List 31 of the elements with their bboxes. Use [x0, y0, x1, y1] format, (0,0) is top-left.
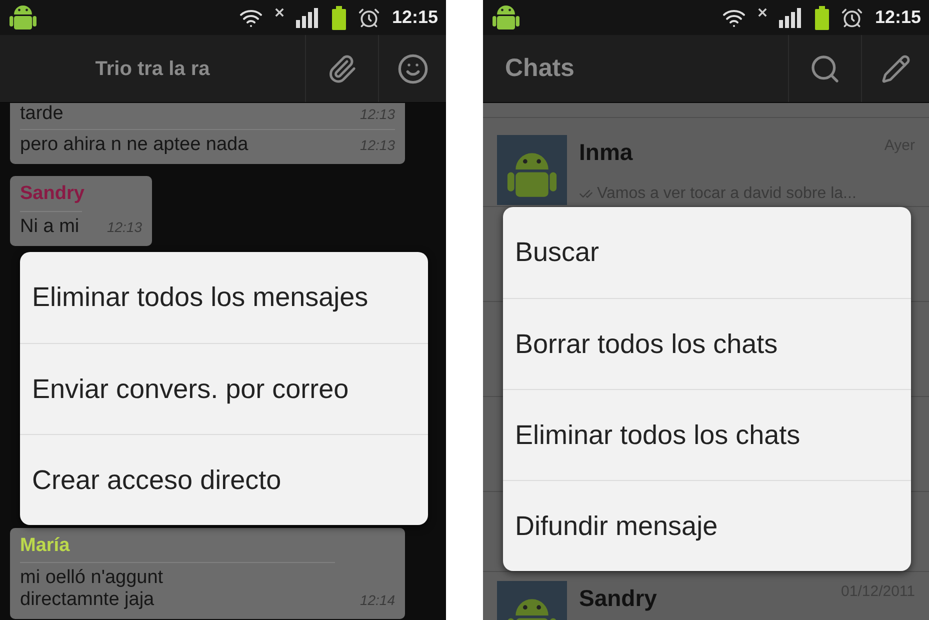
sender-name: María [20, 532, 335, 563]
clock-time: 12:15 [874, 6, 921, 29]
message-text: tarde [20, 103, 64, 125]
sender-name: Sandry [20, 180, 82, 212]
message-text: mi oelló n'aggunt directamnte jaja [20, 567, 164, 611]
alarm-icon [358, 6, 380, 28]
pencil-icon [880, 54, 910, 84]
menu-item[interactable]: Crear acceso directo [20, 434, 428, 525]
paperclip-icon [327, 54, 357, 84]
battery-icon [332, 6, 346, 30]
menu-item[interactable]: Difundir mensaje [503, 480, 911, 571]
smiley-icon [396, 52, 428, 84]
menu-item[interactable]: Eliminar todos los chats [503, 389, 911, 480]
message-text: Ni a mi [20, 216, 80, 238]
mobile-data-off-icon [274, 8, 284, 17]
battery-icon [814, 6, 829, 30]
alarm-icon [840, 6, 863, 28]
mobile-data-off-icon [758, 8, 767, 17]
menu-item[interactable]: Enviar convers. por correo [20, 343, 428, 434]
signal-icon [296, 8, 320, 28]
chat-name: Inma [579, 138, 634, 167]
message-text: pero ahira n ne aptee nada [20, 134, 248, 156]
screen-title: Chats [505, 52, 574, 84]
menu-item[interactable]: Eliminar todos los mensajes [20, 252, 428, 343]
menu-item[interactable]: Borrar todos los chats [503, 298, 911, 389]
clock-time: 12:15 [392, 6, 438, 29]
chat-name: Sandry [579, 584, 658, 613]
search-icon [809, 52, 841, 84]
signal-icon [778, 8, 803, 28]
menu-item[interactable]: Buscar [503, 207, 911, 298]
screen-title: Trio tra la ra [95, 56, 210, 82]
